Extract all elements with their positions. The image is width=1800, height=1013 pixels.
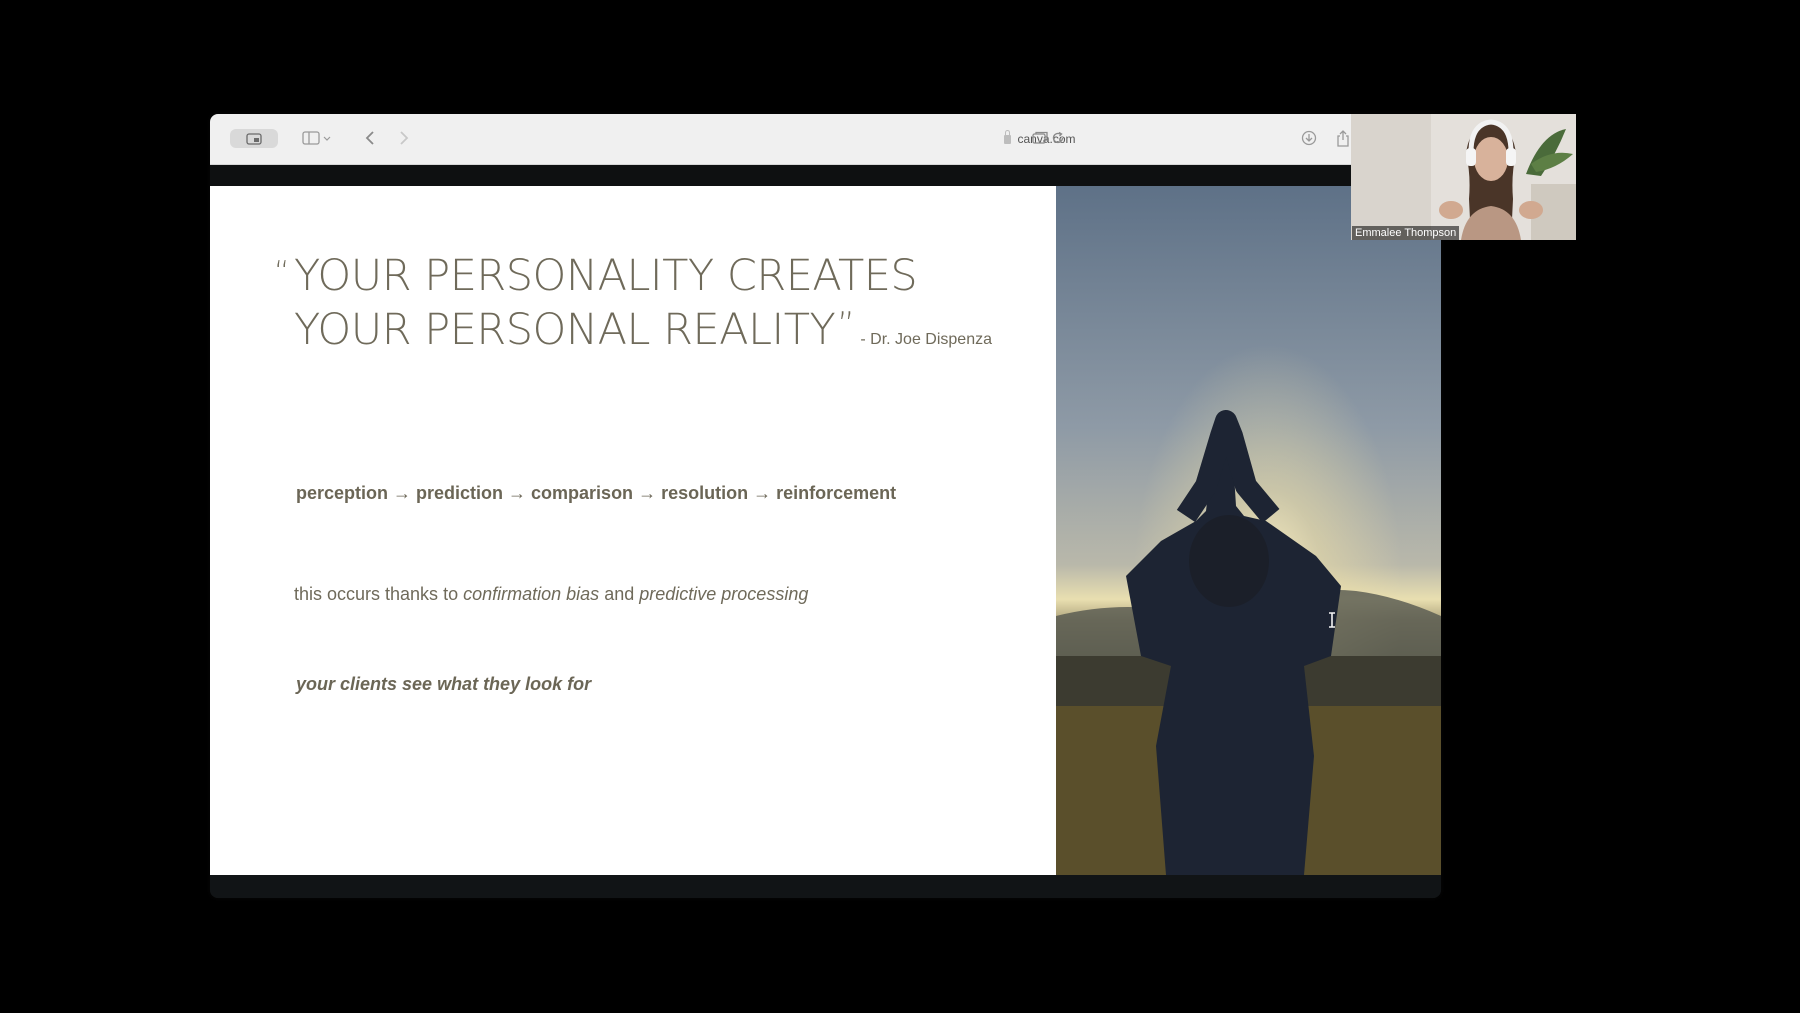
participant-video-image bbox=[1351, 114, 1576, 240]
arrow-icon: → bbox=[508, 483, 527, 503]
chevron-right-icon bbox=[400, 131, 409, 145]
back-button[interactable] bbox=[360, 128, 380, 148]
tabs-button[interactable] bbox=[1030, 128, 1050, 148]
downloads-button[interactable] bbox=[1298, 128, 1320, 148]
close-quote-mark: ” bbox=[837, 305, 855, 345]
tab-overview-icon bbox=[246, 132, 262, 145]
tab-overview-button[interactable] bbox=[230, 129, 278, 148]
quote-line-2: YOUR PERSONAL REALITY bbox=[294, 305, 836, 355]
slide-quote: “ YOUR PERSONALITY CREATES YOUR PERSONAL… bbox=[274, 251, 992, 364]
forward-button[interactable] bbox=[394, 128, 414, 148]
canva-bottom-bar bbox=[210, 875, 1441, 898]
quote-line-2-wrap: YOUR PERSONAL REALITY” - Dr. Joe Dispenza bbox=[294, 301, 992, 364]
lock-icon bbox=[1004, 129, 1012, 144]
process-step: comparison bbox=[531, 483, 634, 503]
process-step: prediction bbox=[416, 483, 504, 503]
meditation-silhouette-image bbox=[1056, 186, 1441, 875]
explain-term-confirmation-bias: confirmation bias bbox=[463, 584, 600, 604]
process-step: perception bbox=[296, 483, 389, 503]
arrow-icon: → bbox=[638, 483, 657, 503]
explain-term-predictive-processing: predictive processing bbox=[639, 584, 809, 604]
participant-video[interactable] bbox=[1351, 114, 1576, 240]
reload-button[interactable] bbox=[1048, 128, 1068, 148]
browser-window: canva.com “ YOUR PERSONALITY CREATES YOU… bbox=[210, 114, 1441, 898]
participant-name-label: Emmalee Thompson bbox=[1352, 226, 1460, 240]
canva-top-bar bbox=[210, 165, 1441, 186]
sidebar-icon bbox=[302, 131, 331, 145]
chevron-left-icon bbox=[365, 131, 374, 145]
quote-line-1: YOUR PERSONALITY CREATES bbox=[294, 251, 918, 301]
text-cursor-icon bbox=[1329, 612, 1335, 628]
process-step: resolution bbox=[661, 483, 749, 503]
slide-photo-meditation bbox=[1056, 186, 1441, 875]
presentation-slide: “ YOUR PERSONALITY CREATES YOUR PERSONAL… bbox=[210, 186, 1056, 875]
sidebar-toggle-button[interactable] bbox=[300, 128, 334, 148]
reload-icon bbox=[1052, 131, 1064, 144]
arrow-icon: → bbox=[393, 483, 412, 503]
explain-and: and bbox=[604, 584, 635, 604]
arrow-icon: → bbox=[753, 483, 772, 503]
explanation-text: this occurs thanks to confirmation bias … bbox=[294, 584, 808, 605]
clients-statement: your clients see what they look for bbox=[296, 674, 592, 694]
tabs-icon bbox=[1032, 131, 1048, 144]
process-step: reinforcement bbox=[776, 483, 897, 503]
browser-toolbar: canva.com bbox=[210, 114, 1441, 165]
quote-author: - Dr. Joe Dispenza bbox=[860, 331, 992, 348]
open-quote-mark: “ bbox=[274, 255, 290, 290]
download-icon bbox=[1301, 130, 1317, 146]
explain-prefix: this occurs thanks to bbox=[294, 584, 459, 604]
process-chain: perception → prediction → comparison → resolut… bbox=[296, 483, 896, 504]
share-icon bbox=[1337, 129, 1349, 147]
